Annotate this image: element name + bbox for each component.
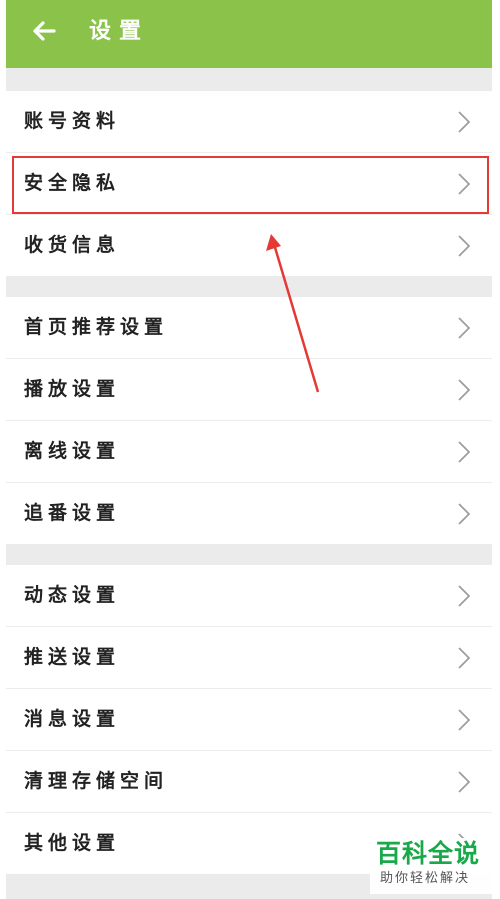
chevron-right-icon: [458, 771, 470, 793]
settings-screen: 设置 账号资料 安全隐私 收货信息 首页推荐设置 播放设置 离线设置 追番设置 …: [6, 0, 492, 899]
watermark: 百科全说 助你轻松解决: [370, 838, 492, 894]
settings-item-label: 追番设置: [24, 502, 121, 524]
chevron-right-icon: [458, 379, 470, 401]
settings-item-label: 首页推荐设置: [24, 316, 169, 338]
settings-item-account-profile[interactable]: 账号资料: [6, 91, 492, 153]
settings-item-label: 收货信息: [24, 234, 121, 256]
settings-item-label: 离线设置: [24, 440, 121, 462]
chevron-right-icon: [458, 111, 470, 133]
settings-item-offline[interactable]: 离线设置: [6, 421, 492, 483]
page-title: 设置: [89, 19, 150, 44]
settings-item-label: 账号资料: [24, 110, 121, 132]
chevron-right-icon: [458, 647, 470, 669]
settings-item-label: 播放设置: [24, 378, 121, 400]
chevron-right-icon: [458, 441, 470, 463]
chevron-right-icon: [458, 235, 470, 257]
settings-item-shipping-info[interactable]: 收货信息: [6, 215, 492, 276]
settings-item-clear-storage[interactable]: 清理存储空间: [6, 751, 492, 813]
watermark-subtitle: 助你轻松解决: [380, 871, 471, 886]
chevron-right-icon: [458, 709, 470, 731]
settings-item-message[interactable]: 消息设置: [6, 689, 492, 751]
highlight-box: [12, 156, 489, 214]
settings-item-follow-anime[interactable]: 追番设置: [6, 483, 492, 544]
settings-group-content: 首页推荐设置 播放设置 离线设置 追番设置: [6, 297, 492, 544]
settings-item-push[interactable]: 推送设置: [6, 627, 492, 689]
settings-item-label: 动态设置: [24, 584, 121, 606]
chevron-right-icon: [458, 317, 470, 339]
settings-group-other: 动态设置 推送设置 消息设置 清理存储空间 其他设置: [6, 565, 492, 874]
watermark-title: 百科全说: [376, 839, 481, 868]
settings-item-home-recommend[interactable]: 首页推荐设置: [6, 297, 492, 359]
settings-item-dynamic[interactable]: 动态设置: [6, 565, 492, 627]
chevron-right-icon: [458, 585, 470, 607]
settings-item-label: 推送设置: [24, 646, 121, 668]
settings-item-label: 消息设置: [24, 708, 121, 730]
chevron-right-icon: [458, 503, 470, 525]
settings-item-label: 清理存储空间: [24, 770, 169, 792]
back-arrow-icon[interactable]: [30, 17, 58, 45]
settings-item-playback[interactable]: 播放设置: [6, 359, 492, 421]
app-header: 设置: [6, 0, 492, 68]
settings-item-label: 其他设置: [24, 832, 121, 854]
